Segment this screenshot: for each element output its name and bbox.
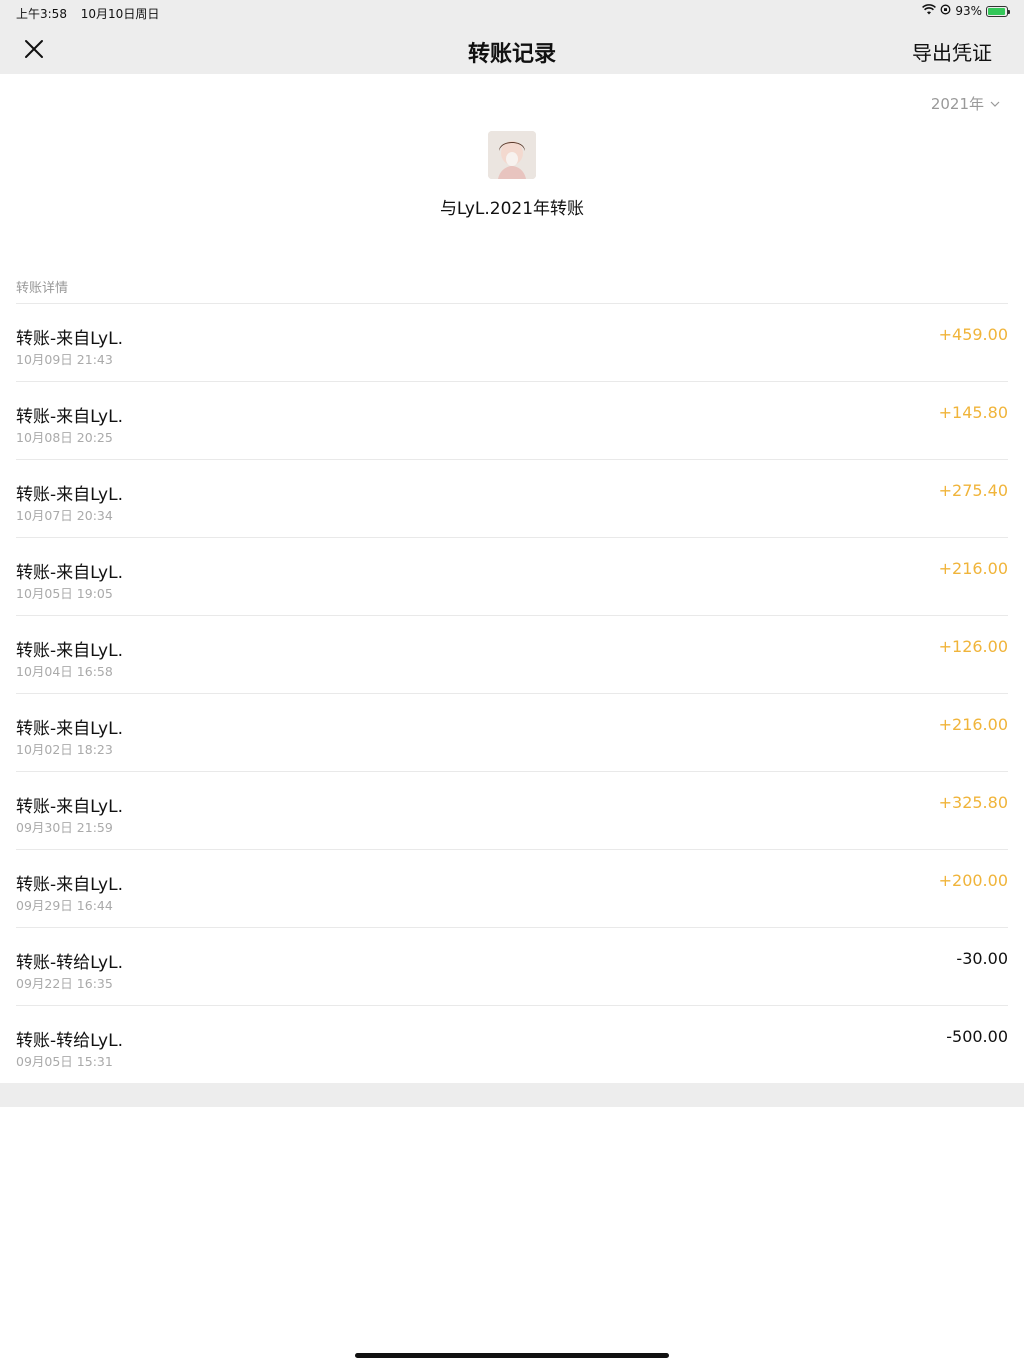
transaction-row[interactable]: 转账-来自LyL. 09月29日 16:44 +200.00 [16, 850, 1008, 928]
transaction-amount: +216.00 [938, 559, 1008, 578]
year-dropdown[interactable]: 2021年 [931, 93, 1000, 114]
transaction-name: 转账-来自LyL. [16, 407, 123, 427]
transaction-name: 转账-来自LyL. [16, 563, 123, 583]
transaction-date: 10月07日 20:34 [16, 508, 113, 523]
transaction-amount: +459.00 [938, 325, 1008, 344]
battery-percent: 93% [955, 4, 982, 18]
battery-icon [986, 5, 1010, 17]
transaction-amount: +145.80 [938, 403, 1008, 422]
transaction-amount: +200.00 [938, 871, 1008, 890]
transaction-row[interactable]: 转账-来自LyL. 10月08日 20:25 +145.80 [16, 382, 1008, 460]
transaction-date: 09月05日 15:31 [16, 1054, 113, 1069]
status-time: 上午3:58 [16, 7, 67, 21]
transaction-row[interactable]: 转账-来自LyL. 10月05日 19:05 +216.00 [16, 538, 1008, 616]
transaction-date: 10月04日 16:58 [16, 664, 113, 679]
transaction-date: 09月30日 21:59 [16, 820, 113, 835]
chevron-down-icon [990, 101, 1000, 107]
transaction-amount: +325.80 [938, 793, 1008, 812]
transaction-name: 转账-来自LyL. [16, 485, 123, 505]
transaction-row[interactable]: 转账-来自LyL. 10月07日 20:34 +275.40 [16, 460, 1008, 538]
orientation-lock-icon [940, 4, 951, 18]
transfer-summary-title: 与LyL.2021年转账 [439, 199, 585, 219]
transaction-name: 转账-来自LyL. [16, 875, 123, 895]
transaction-name: 转账-来自LyL. [16, 797, 123, 817]
export-button[interactable]: 导出凭证 [912, 37, 992, 66]
status-right: 93% [922, 4, 1010, 18]
transaction-name: 转账-来自LyL. [16, 641, 123, 661]
transaction-amount: -30.00 [956, 949, 1008, 968]
transaction-amount: +216.00 [938, 715, 1008, 734]
transaction-date: 09月22日 16:35 [16, 976, 113, 991]
transaction-name: 转账-转给LyL. [16, 953, 123, 973]
wifi-icon [922, 4, 937, 18]
nav-bar: 转账记录 导出凭证 [0, 24, 1024, 74]
avatar [488, 131, 536, 179]
transaction-amount: +126.00 [938, 637, 1008, 656]
section-label: 转账详情 [16, 281, 69, 296]
transaction-date: 10月08日 20:25 [16, 430, 113, 445]
transaction-amount: -500.00 [946, 1027, 1008, 1046]
page-title: 转账记录 [467, 42, 556, 67]
transaction-row[interactable]: 转账-来自LyL. 10月04日 16:58 +126.00 [16, 616, 1008, 694]
battery-fill [988, 7, 1005, 15]
transaction-date: 10月05日 19:05 [16, 586, 113, 601]
status-left: 上午3:58 10月10日周日 [16, 5, 169, 22]
transaction-amount: +275.40 [938, 481, 1008, 500]
transaction-row[interactable]: 转账-来自LyL. 09月30日 21:59 +325.80 [16, 772, 1008, 850]
footer-divider-band [0, 1083, 1024, 1107]
year-value: 2021年 [930, 95, 984, 113]
transaction-list: 转账-来自LyL. 10月09日 21:43 +459.00 转账-来自LyL.… [16, 303, 1008, 1084]
transaction-row[interactable]: 转账-来自LyL. 10月09日 21:43 +459.00 [16, 304, 1008, 382]
transaction-name: 转账-来自LyL. [16, 329, 123, 349]
home-indicator[interactable] [355, 1353, 669, 1358]
transaction-date: 10月09日 21:43 [16, 352, 113, 367]
transaction-row[interactable]: 转账-来自LyL. 10月02日 18:23 +216.00 [16, 694, 1008, 772]
transaction-row[interactable]: 转账-转给LyL. 09月22日 16:35 -30.00 [16, 928, 1008, 1006]
transaction-row[interactable]: 转账-转给LyL. 09月05日 15:31 -500.00 [16, 1006, 1008, 1084]
transaction-date: 09月29日 16:44 [16, 898, 113, 913]
transaction-date: 10月02日 18:23 [16, 742, 113, 757]
status-bar: 上午3:58 10月10日周日 93% [0, 0, 1024, 24]
status-date: 10月10日周日 [80, 7, 160, 21]
transaction-name: 转账-来自LyL. [16, 719, 123, 739]
transaction-name: 转账-转给LyL. [16, 1031, 123, 1051]
